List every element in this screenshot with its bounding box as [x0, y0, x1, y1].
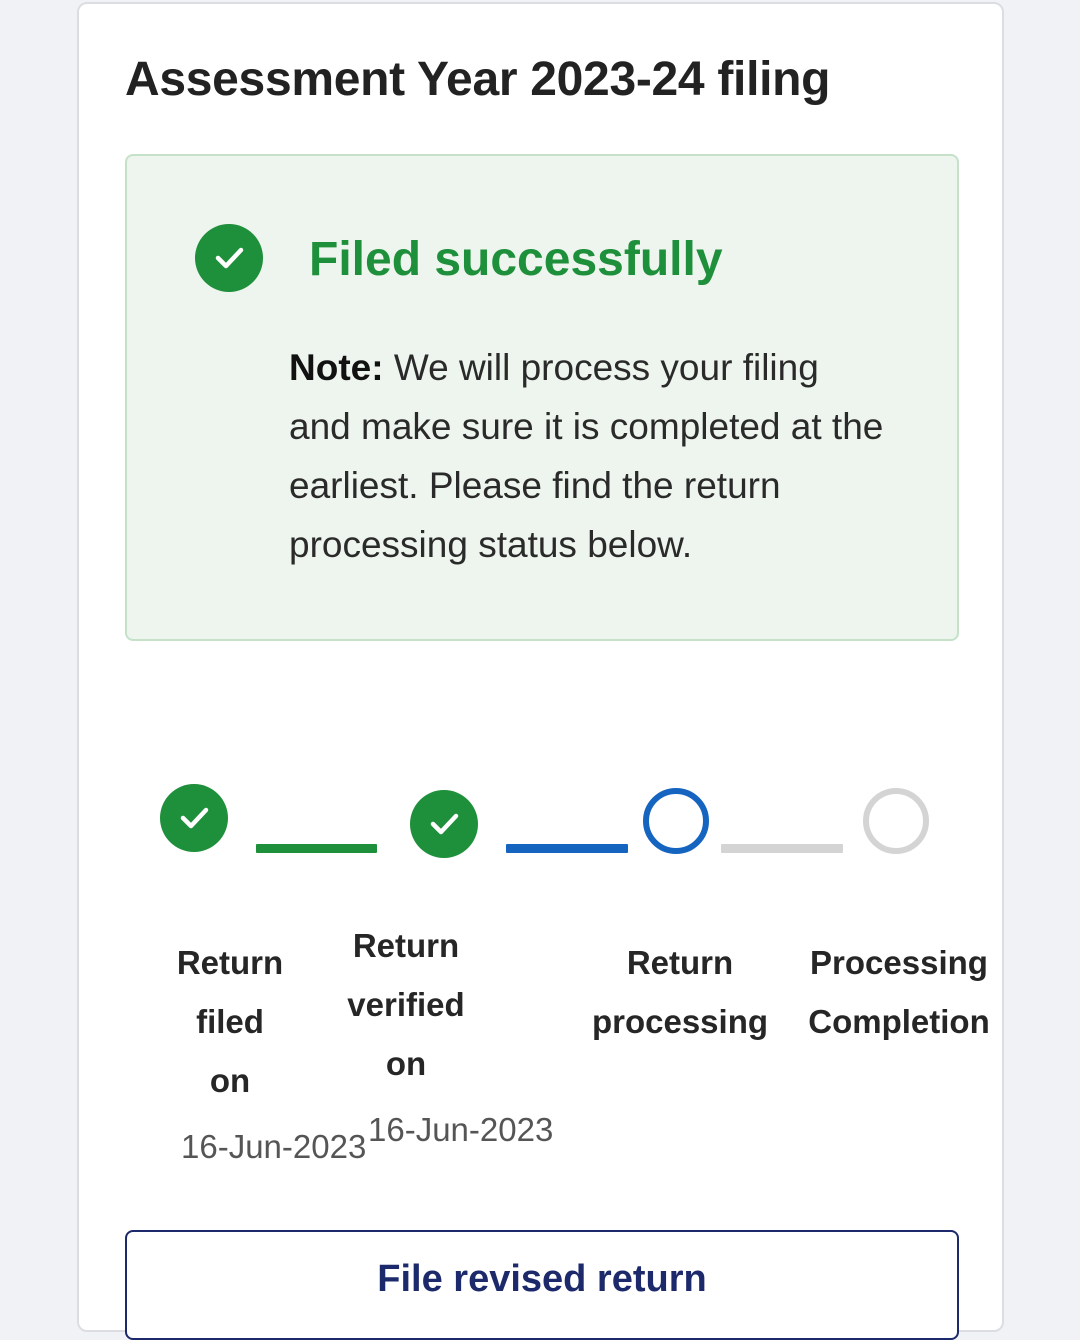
step-1-label-line: filed — [196, 1003, 264, 1040]
step-1-label-line: on — [209, 1062, 251, 1099]
step-2-label-line: Return — [352, 927, 460, 964]
step-connector-1 — [256, 844, 377, 853]
step-1-date: 16-Jun-2023 — [181, 1128, 367, 1165]
success-banner: Filed successfully Note: We will process… — [125, 154, 959, 641]
success-title: Filed successfully — [309, 233, 723, 286]
step-2-date: 16-Jun-2023 — [368, 1111, 554, 1148]
step-3-label-line: Return — [626, 944, 734, 981]
step-4-label: Processing Completion — [795, 933, 1003, 1051]
step-3-label: Return processing — [582, 933, 778, 1051]
page-title: Assessment Year 2023-24 filing — [125, 53, 831, 106]
file-revised-return-button[interactable]: File revised return — [125, 1230, 959, 1340]
step-2-check-circle-icon — [410, 790, 478, 858]
step-1-check-circle-icon — [160, 784, 228, 852]
step-4-label-line: Processing — [810, 944, 988, 981]
step-1-label-line: Return — [176, 944, 284, 981]
step-connector-2 — [506, 844, 628, 853]
step-4-circle-outline-icon — [863, 788, 929, 854]
filing-card: Assessment Year 2023-24 filing Filed suc… — [77, 2, 1004, 1340]
step-2-label-line: on — [385, 1045, 427, 1082]
step-connector-3 — [721, 844, 843, 853]
step-2-label-line: verified — [347, 986, 465, 1023]
step-3-label-line: processing — [591, 1003, 769, 1040]
step-1-label: Return filed on — [150, 933, 310, 1110]
note-label: Note: — [289, 347, 384, 388]
success-note: Note: We will process your filing and ma… — [289, 338, 889, 574]
step-3-circle-outline-icon — [643, 788, 709, 854]
check-circle-icon — [195, 224, 263, 292]
step-4-label-line: Completion — [808, 1003, 990, 1040]
step-2-label: Return verified on — [326, 916, 486, 1093]
